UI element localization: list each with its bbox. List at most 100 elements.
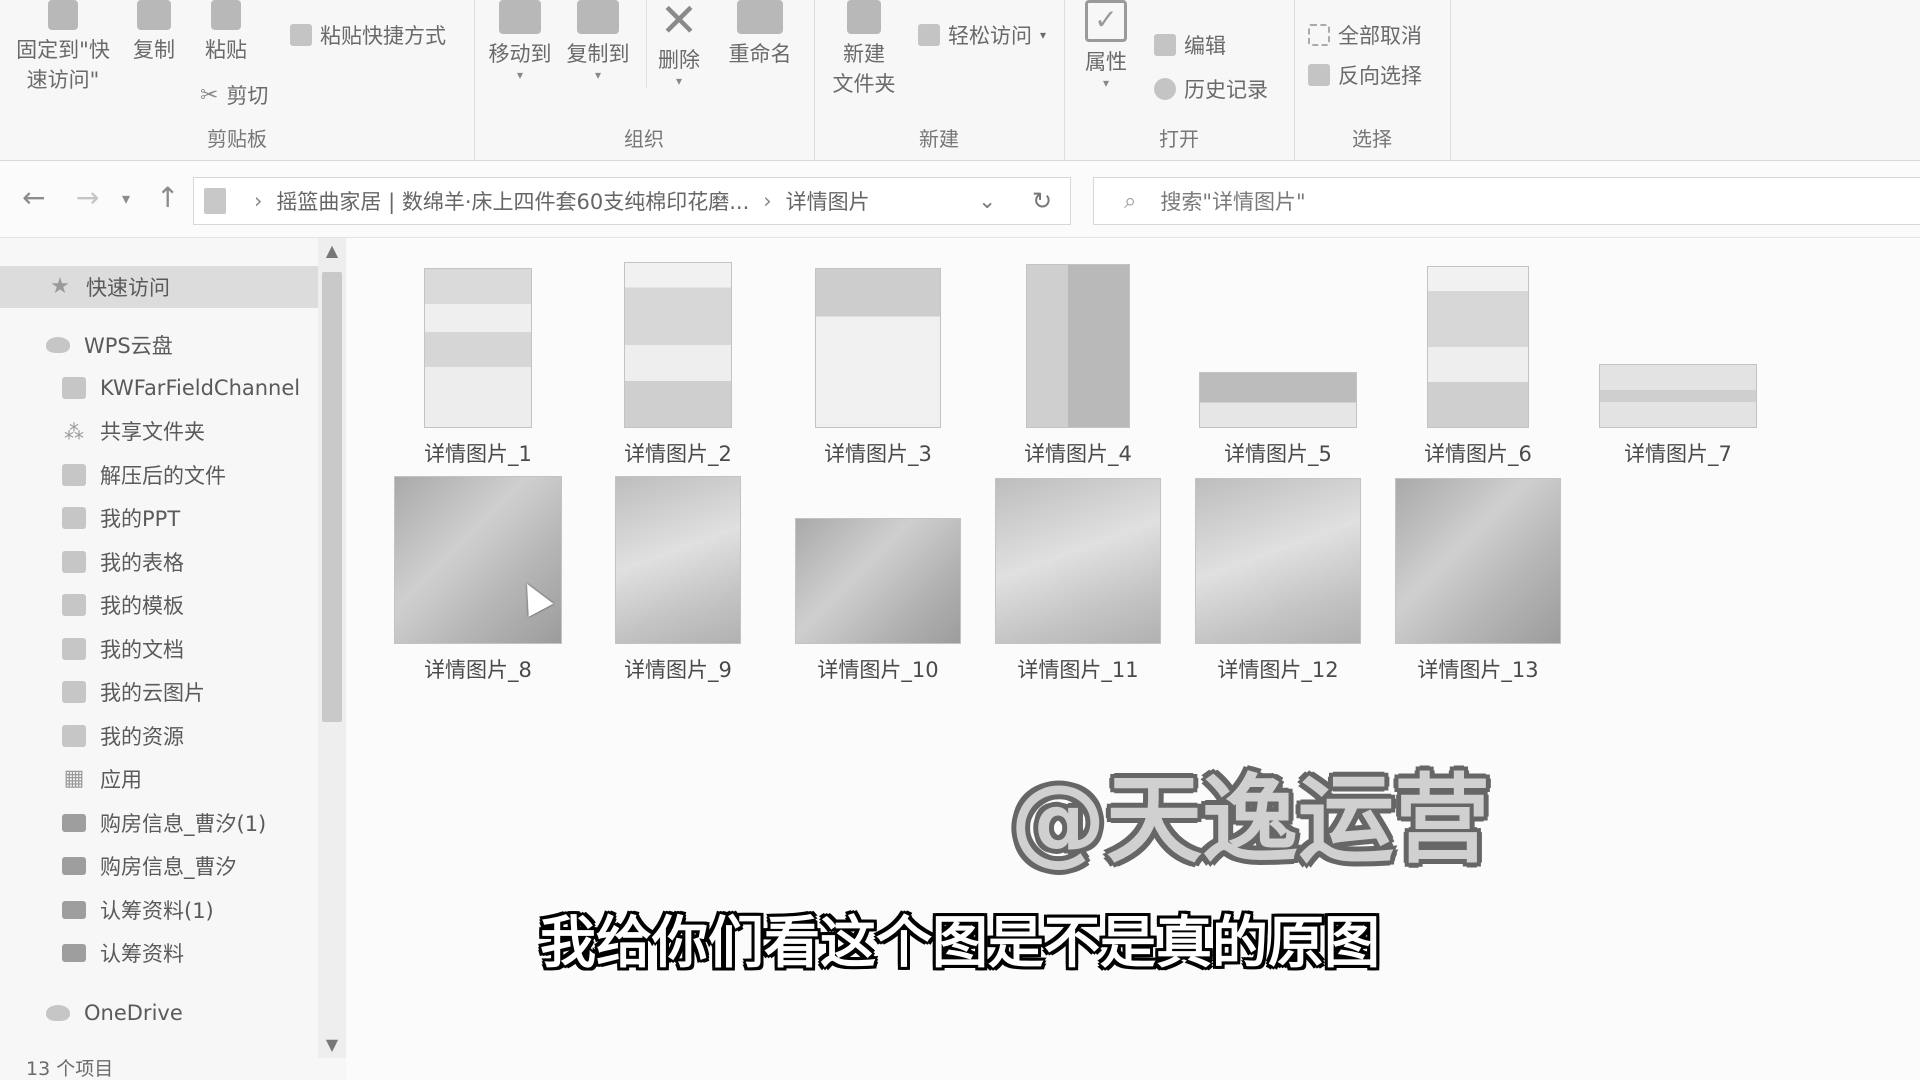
easy-access-button[interactable]: 轻松访问 ▾ xyxy=(918,20,1046,50)
file-item[interactable]: 详情图片_2 xyxy=(586,258,770,468)
sidebar-item-label: 我的资源 xyxy=(100,725,184,749)
sidebar-item-kwfarfieldchannel[interactable]: KWFarFieldChannel xyxy=(0,367,318,409)
new-group: 新建 文件夹 轻松访问 ▾ 新建 xyxy=(814,0,1065,160)
history-button[interactable]: 历史记录 xyxy=(1154,74,1268,104)
file-item[interactable]: 详情图片_1 xyxy=(386,258,570,468)
file-item[interactable]: 详情图片_8 xyxy=(386,474,570,684)
delete-dropdown-icon: ▾ xyxy=(675,74,683,88)
properties-button[interactable]: ✓ 属性 ▾ xyxy=(1070,0,1142,90)
folder-icon xyxy=(62,681,86,703)
properties-label: 属性 xyxy=(1085,50,1127,74)
file-name: 详情图片_13 xyxy=(1417,658,1539,682)
paste-shortcut-label: 粘贴快捷方式 xyxy=(320,24,446,48)
file-item[interactable]: 详情图片_3 xyxy=(786,258,970,468)
sidebar-item-my-templates[interactable]: 我的模板 xyxy=(0,584,318,626)
paste-shortcut-button[interactable]: 粘贴快捷方式 xyxy=(290,20,446,50)
pin-to-quick-access-button[interactable]: 固定到"快 速访问" xyxy=(8,0,118,94)
sidebar-item-extracted-files[interactable]: 解压后的文件 xyxy=(0,454,318,496)
up-arrow-icon[interactable]: ↑ xyxy=(156,181,179,214)
paste-button[interactable]: 粘贴 xyxy=(196,0,256,64)
folder-icon xyxy=(204,188,226,214)
sidebar-item-my-ppt[interactable]: 我的PPT xyxy=(0,497,318,539)
easy-access-label: 轻松访问 xyxy=(948,24,1032,48)
delete-button[interactable]: ✕ 删除 ▾ xyxy=(646,0,711,88)
file-thumbnail xyxy=(795,518,961,644)
cloud-icon xyxy=(46,337,70,353)
breadcrumb-parent[interactable]: 摇篮曲家居 | 数绵羊·床上四件套60支纯棉印花磨... xyxy=(276,186,749,216)
sidebar-item-apps[interactable]: ▦ 应用 xyxy=(0,758,318,800)
file-item[interactable]: 详情图片_11 xyxy=(986,474,1170,684)
history-label: 历史记录 xyxy=(1184,78,1268,102)
file-item[interactable]: 详情图片_5 xyxy=(1186,258,1370,468)
sidebar-item-my-documents[interactable]: 我的文档 xyxy=(0,628,318,670)
sidebar-item-label: 我的PPT xyxy=(100,507,181,531)
sidebar-item-my-resources[interactable]: 我的资源 xyxy=(0,715,318,757)
search-input[interactable]: ⌕ 搜索"详情图片" xyxy=(1093,177,1920,225)
sidebar-item-house-info-1[interactable]: 购房信息_曹汐(1) xyxy=(0,802,318,844)
file-item[interactable]: 详情图片_6 xyxy=(1386,258,1570,468)
file-item[interactable]: 详情图片_4 xyxy=(986,258,1170,468)
file-thumbnail xyxy=(1195,478,1361,644)
cloud-icon xyxy=(46,1005,70,1021)
file-item[interactable]: 详情图片_9 xyxy=(586,474,770,684)
file-name: 详情图片_3 xyxy=(824,442,932,466)
move-to-icon xyxy=(499,0,541,34)
organize-group: 移动到 ▾ 复制到 ▾ ✕ 删除 ▾ 重命名 组织 xyxy=(474,0,815,160)
file-item[interactable]: 详情图片_12 xyxy=(1186,474,1370,684)
copy-button[interactable]: 复制 xyxy=(124,0,184,64)
file-thumbnail xyxy=(1199,372,1357,428)
file-thumbnail xyxy=(815,268,941,428)
move-to-dropdown-icon: ▾ xyxy=(516,68,524,82)
sidebar-item-onedrive[interactable]: OneDrive xyxy=(0,992,318,1034)
sidebar-scrollbar[interactable]: ▲ ▼ xyxy=(318,238,346,1058)
sidebar-item-wps-cloud[interactable]: WPS云盘 xyxy=(0,324,318,366)
edit-label: 编辑 xyxy=(1184,34,1226,58)
sidebar-item-label: 共享文件夹 xyxy=(100,420,205,444)
scroll-up-arrow-icon[interactable]: ▲ xyxy=(318,238,346,264)
folder-icon xyxy=(62,638,86,660)
sidebar-item-quick-access[interactable]: ★ 快速访问 xyxy=(0,266,318,308)
rename-button[interactable]: 重命名 xyxy=(722,0,798,68)
sidebar-item-shared-folder[interactable]: ⁂ 共享文件夹 xyxy=(0,410,318,452)
copy-to-icon xyxy=(577,0,619,34)
new-folder-label-line2: 文件夹 xyxy=(832,72,896,96)
file-name: 详情图片_8 xyxy=(424,658,532,682)
sidebar-item-label: 认筹资料 xyxy=(100,942,184,966)
edit-button[interactable]: 编辑 xyxy=(1154,30,1226,60)
sidebar-item-label: 解压后的文件 xyxy=(100,464,226,488)
copy-to-button[interactable]: 复制到 ▾ xyxy=(562,0,634,82)
recent-locations-chevron-icon[interactable]: ▾ xyxy=(122,189,130,208)
file-name: 详情图片_9 xyxy=(624,658,732,682)
scroll-thumb[interactable] xyxy=(322,272,342,722)
copy-label: 复制 xyxy=(133,38,175,62)
move-to-button[interactable]: 移动到 ▾ xyxy=(484,0,556,82)
refresh-button[interactable]: ↻ xyxy=(1014,177,1071,225)
sidebar-item-my-sheets[interactable]: 我的表格 xyxy=(0,541,318,583)
forward-arrow-icon[interactable]: → xyxy=(76,181,99,214)
back-arrow-icon[interactable]: ← xyxy=(22,181,45,214)
invert-selection-button[interactable]: 反向选择 xyxy=(1308,60,1422,90)
sidebar-item-subscription-docs[interactable]: 认筹资料 xyxy=(0,932,318,974)
select-none-button[interactable]: 全部取消 xyxy=(1308,20,1422,50)
file-item[interactable]: 详情图片_7 xyxy=(1586,258,1770,468)
sidebar-item-label: KWFarFieldChannel xyxy=(100,376,301,400)
new-folder-button[interactable]: 新建 文件夹 xyxy=(824,0,904,98)
file-name: 详情图片_7 xyxy=(1624,442,1732,466)
scroll-down-arrow-icon[interactable]: ▼ xyxy=(318,1032,346,1058)
breadcrumb-separator-icon: › xyxy=(254,189,263,213)
cut-button[interactable]: ✂ 剪切 xyxy=(200,80,268,110)
sidebar-item-subscription-docs-1[interactable]: 认筹资料(1) xyxy=(0,889,318,931)
breadcrumb-current[interactable]: 详情图片 xyxy=(786,186,870,216)
sidebar-item-label: 我的云图片 xyxy=(100,681,205,705)
file-item[interactable]: 详情图片_13 xyxy=(1386,474,1570,684)
sidebar-item-house-info[interactable]: 购房信息_曹汐 xyxy=(0,845,318,887)
folder-icon xyxy=(62,814,86,832)
address-dropdown-chevron-icon[interactable]: ⌄ xyxy=(978,189,996,213)
file-item[interactable]: 详情图片_10 xyxy=(786,474,970,684)
address-bar[interactable]: › 摇篮曲家居 | 数绵羊·床上四件套60支纯棉印花磨... › 详情图片 ⌄ xyxy=(193,177,1015,225)
sidebar-item-my-cloud-images[interactable]: 我的云图片 xyxy=(0,671,318,713)
file-thumbnail xyxy=(995,478,1161,644)
sidebar-item-label: 购房信息_曹汐 xyxy=(100,855,237,879)
new-folder-label-line1: 新建 xyxy=(843,42,885,66)
invert-selection-icon xyxy=(1308,64,1330,86)
